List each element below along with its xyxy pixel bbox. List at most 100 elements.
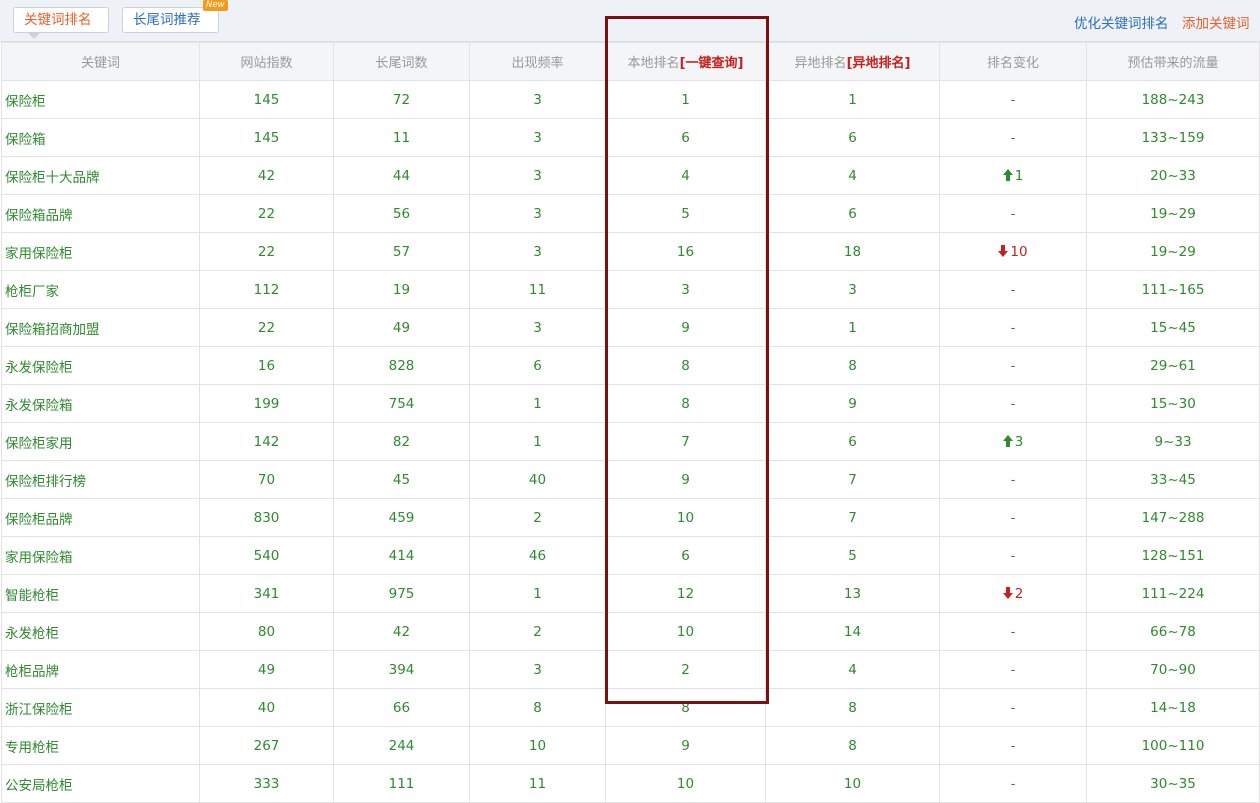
remote-rank-cell: 10 — [765, 764, 940, 803]
rank-change-value: - — [1010, 357, 1016, 374]
keyword-cell: 保险柜品牌 — [1, 498, 200, 537]
remote-rank-link[interactable]: [异地排名] — [847, 56, 911, 71]
frequency-cell: 11 — [469, 270, 606, 309]
site-index-cell: 16 — [199, 346, 334, 385]
header-local-rank-label: 本地排名 — [627, 56, 680, 71]
local-rank-cell: 8 — [605, 384, 766, 423]
local-rank-cell: 12 — [605, 574, 766, 613]
longtail-count-cell: 244 — [333, 726, 470, 765]
remote-rank-cell: 7 — [765, 498, 940, 537]
keyword-ranking-table: 关键词 网站指数 长尾词数 出现频率 本地排名[一键查询] 异地排名[异地排名]… — [1, 42, 1260, 803]
keyword-cell: 浙江保险柜 — [1, 688, 200, 727]
rank-change-cell: - — [939, 346, 1087, 385]
tab-keyword-ranking[interactable]: 关键词排名 — [13, 7, 109, 39]
site-index-cell: 70 — [199, 460, 334, 499]
longtail-count-cell: 459 — [333, 498, 470, 537]
frequency-cell: 1 — [469, 422, 606, 461]
rank-change-cell: - — [939, 612, 1087, 651]
optimize-ranking-link[interactable]: 优化关键词排名 — [1074, 12, 1169, 32]
rank-change-cell: - — [939, 270, 1087, 309]
site-index-cell: 830 — [199, 498, 334, 537]
estimated-traffic-cell: 133~159 — [1086, 118, 1260, 157]
rank-change-value: 10 — [1010, 243, 1028, 260]
estimated-traffic-cell: 111~165 — [1086, 270, 1260, 309]
remote-rank-cell: 8 — [765, 726, 940, 765]
frequency-cell: 1 — [469, 384, 606, 423]
rank-change-value: - — [1010, 205, 1016, 222]
rank-change-cell: - — [939, 194, 1087, 233]
keyword-cell: 保险箱招商加盟 — [1, 308, 200, 347]
longtail-count-cell: 42 — [333, 612, 470, 651]
local-rank-cell: 6 — [605, 118, 766, 157]
header-rank-change: 排名变化 — [939, 42, 1087, 81]
rank-change-cell: - — [939, 118, 1087, 157]
estimated-traffic-cell: 100~110 — [1086, 726, 1260, 765]
header-site-index: 网站指数 — [199, 42, 334, 81]
table-row: 永发保险柜 16 828 6 8 8-29~61 — [1, 346, 1260, 385]
longtail-count-cell: 111 — [333, 764, 470, 803]
frequency-cell: 6 — [469, 346, 606, 385]
site-index-cell: 333 — [199, 764, 334, 803]
rank-change-cell: 2 — [939, 574, 1087, 613]
site-index-cell: 145 — [199, 118, 334, 157]
remote-rank-cell: 1 — [765, 308, 940, 347]
tab-keyword-ranking-label: 关键词排名 — [24, 12, 92, 28]
table-row: 保险柜家用 142 82 1 7 6 3 9~33 — [1, 422, 1260, 461]
frequency-cell: 3 — [469, 650, 606, 689]
local-rank-cell: 3 — [605, 270, 766, 309]
keyword-cell: 保险柜排行榜 — [1, 460, 200, 499]
rank-change-cell: - — [939, 536, 1087, 575]
estimated-traffic-cell: 19~29 — [1086, 194, 1260, 233]
header-remote-rank: 异地排名[异地排名] — [765, 42, 940, 81]
keyword-cell: 家用保险箱 — [1, 536, 200, 575]
rank-change-value: - — [1010, 737, 1016, 754]
frequency-cell: 3 — [469, 118, 606, 157]
rank-change-cell: - — [939, 460, 1087, 499]
estimated-traffic-cell: 15~30 — [1086, 384, 1260, 423]
longtail-count-cell: 66 — [333, 688, 470, 727]
estimated-traffic-cell: 14~18 — [1086, 688, 1260, 727]
local-rank-cell: 4 — [605, 156, 766, 195]
rank-change-value: - — [1010, 395, 1016, 412]
keyword-cell: 永发保险箱 — [1, 384, 200, 423]
local-rank-cell: 10 — [605, 764, 766, 803]
longtail-count-cell: 394 — [333, 650, 470, 689]
site-index-cell: 540 — [199, 536, 334, 575]
site-index-cell: 49 — [199, 650, 334, 689]
keyword-cell: 专用枪柜 — [1, 726, 200, 765]
header-frequency: 出现频率 — [469, 42, 606, 81]
table-row: 保险柜排行榜 70 45 40 9 7 - 33~45 — [1, 460, 1260, 499]
local-rank-cell: 2 — [605, 650, 766, 689]
estimated-traffic-cell: 9~33 — [1086, 422, 1260, 461]
rank-change-cell: 1 — [939, 156, 1087, 195]
remote-rank-cell: 7 — [765, 460, 940, 499]
estimated-traffic-cell: 111~224 — [1086, 574, 1260, 613]
local-rank-cell: 16 — [605, 232, 766, 271]
arrow-up-icon — [1002, 168, 1013, 181]
keyword-cell: 家用保险柜 — [1, 232, 200, 271]
rank-change-value: - — [1010, 319, 1016, 336]
one-click-query-link[interactable]: [一键查询] — [680, 56, 744, 71]
remote-rank-cell: 4 — [765, 156, 940, 195]
site-index-cell: 22 — [199, 308, 334, 347]
estimated-traffic-cell: 70~90 — [1086, 650, 1260, 689]
remote-rank-cell: 8 — [765, 688, 940, 727]
site-index-cell: 145 — [199, 80, 334, 119]
frequency-cell: 11 — [469, 764, 606, 803]
keyword-cell: 保险箱品牌 — [1, 194, 200, 233]
rank-change-value: - — [1010, 623, 1016, 640]
rank-change-value: - — [1010, 509, 1016, 526]
estimated-traffic-cell: 20~33 — [1086, 156, 1260, 195]
longtail-count-cell: 414 — [333, 536, 470, 575]
estimated-traffic-cell: 147~288 — [1086, 498, 1260, 537]
site-index-cell: 22 — [199, 232, 334, 271]
keyword-cell: 保险柜 — [1, 80, 200, 119]
add-keyword-link[interactable]: 添加关键词 — [1182, 12, 1250, 32]
header-estimated-traffic: 预估带来的流量 — [1086, 42, 1260, 81]
rank-change-cell: - — [939, 308, 1087, 347]
remote-rank-cell: 4 — [765, 650, 940, 689]
table-row: 保险柜 145 72 3 1 1-188~243 — [1, 80, 1260, 119]
rank-change-cell: - — [939, 384, 1087, 423]
rank-change-cell: - — [939, 650, 1087, 689]
local-rank-cell: 9 — [605, 308, 766, 347]
